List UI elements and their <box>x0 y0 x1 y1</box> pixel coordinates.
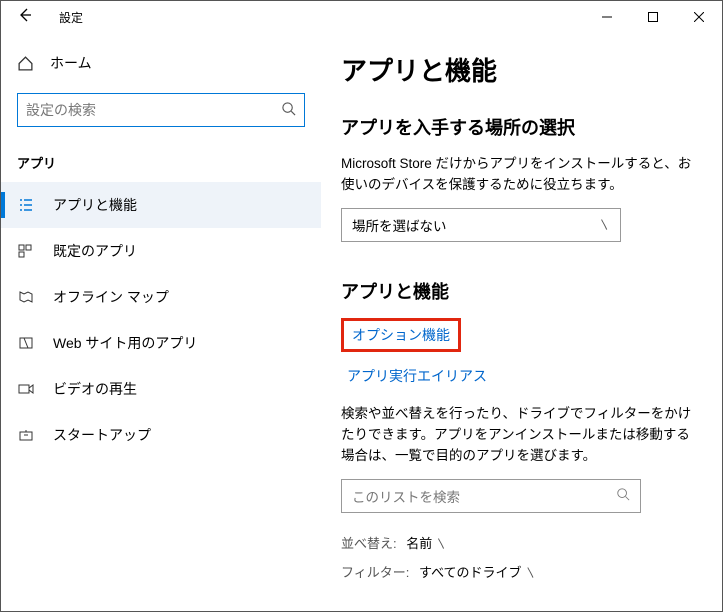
sidebar-section: アプリ <box>1 127 321 182</box>
sidebar-item-label: 既定のアプリ <box>53 241 137 261</box>
filter-label: フィルター: <box>341 565 409 580</box>
map-icon <box>17 289 35 305</box>
home-icon <box>17 55 34 72</box>
website-icon <box>17 335 35 351</box>
sidebar-item-label: ビデオの再生 <box>53 379 137 399</box>
sidebar: ホーム アプリ アプリと機能 既定のアプリ オフライン マップ Web サイト用… <box>1 33 321 613</box>
back-button[interactable] <box>9 7 41 28</box>
search-icon <box>281 101 296 119</box>
maximize-button[interactable] <box>630 1 676 33</box>
chevron-down-icon: 〵 <box>599 217 610 233</box>
video-icon <box>17 381 35 397</box>
source-heading: アプリを入手する場所の選択 <box>341 114 696 140</box>
sidebar-item-apps-features[interactable]: アプリと機能 <box>1 182 321 228</box>
titlebar: 設定 <box>1 1 722 33</box>
defaults-icon <box>17 243 35 259</box>
close-button[interactable] <box>676 1 722 33</box>
minimize-icon <box>602 12 612 22</box>
apps-heading: アプリと機能 <box>341 278 696 304</box>
source-description: Microsoft Store だけからアプリをインストールすると、お使いのデバ… <box>341 154 696 196</box>
sidebar-item-label: Web サイト用のアプリ <box>53 333 197 353</box>
search-icon <box>616 487 630 504</box>
sidebar-item-label: アプリと機能 <box>53 195 137 215</box>
home-label: ホーム <box>50 53 92 73</box>
sort-control[interactable]: 並べ替え: 名前 〵 <box>341 533 696 552</box>
home-button[interactable]: ホーム <box>1 43 321 83</box>
app-list-search[interactable]: このリストを検索 <box>341 479 641 513</box>
chevron-down-icon: 〵 <box>436 539 447 551</box>
arrow-left-icon <box>17 7 33 23</box>
filter-control[interactable]: フィルター: すべてのドライブ 〵 <box>341 562 696 581</box>
settings-search-input[interactable] <box>26 102 281 118</box>
list-icon <box>17 197 35 213</box>
sort-value: 名前 <box>406 536 432 551</box>
sidebar-item-label: オフライン マップ <box>53 287 169 307</box>
filter-value: すべてのドライブ <box>419 565 522 580</box>
apps-description: 検索や並べ替えを行ったり、ドライブでフィルターをかけたりできます。アプリをアンイ… <box>341 404 696 467</box>
source-select-value: 場所を選ばない <box>352 215 447 235</box>
sidebar-item-label: スタートアップ <box>53 425 151 445</box>
sidebar-item-default-apps[interactable]: 既定のアプリ <box>1 228 321 274</box>
sidebar-item-website-apps[interactable]: Web サイト用のアプリ <box>1 320 321 366</box>
sidebar-item-offline-maps[interactable]: オフライン マップ <box>1 274 321 320</box>
sidebar-item-startup[interactable]: スタートアップ <box>1 412 321 458</box>
app-alias-link[interactable]: アプリ実行エイリアス <box>347 366 487 386</box>
maximize-icon <box>648 12 658 22</box>
app-list-search-placeholder: このリストを検索 <box>352 486 460 506</box>
startup-icon <box>17 427 35 443</box>
page-title: アプリと機能 <box>341 51 696 88</box>
content-pane: アプリと機能 アプリを入手する場所の選択 Microsoft Store だけか… <box>321 33 722 613</box>
window-title: 設定 <box>41 9 83 26</box>
close-icon <box>694 12 704 22</box>
sidebar-item-video-playback[interactable]: ビデオの再生 <box>1 366 321 412</box>
chevron-down-icon: 〵 <box>525 568 536 580</box>
settings-search[interactable] <box>17 93 305 127</box>
minimize-button[interactable] <box>584 1 630 33</box>
sort-label: 並べ替え: <box>341 536 397 551</box>
optional-features-link[interactable]: オプション機能 <box>341 318 461 352</box>
source-select[interactable]: 場所を選ばない 〵 <box>341 208 621 242</box>
